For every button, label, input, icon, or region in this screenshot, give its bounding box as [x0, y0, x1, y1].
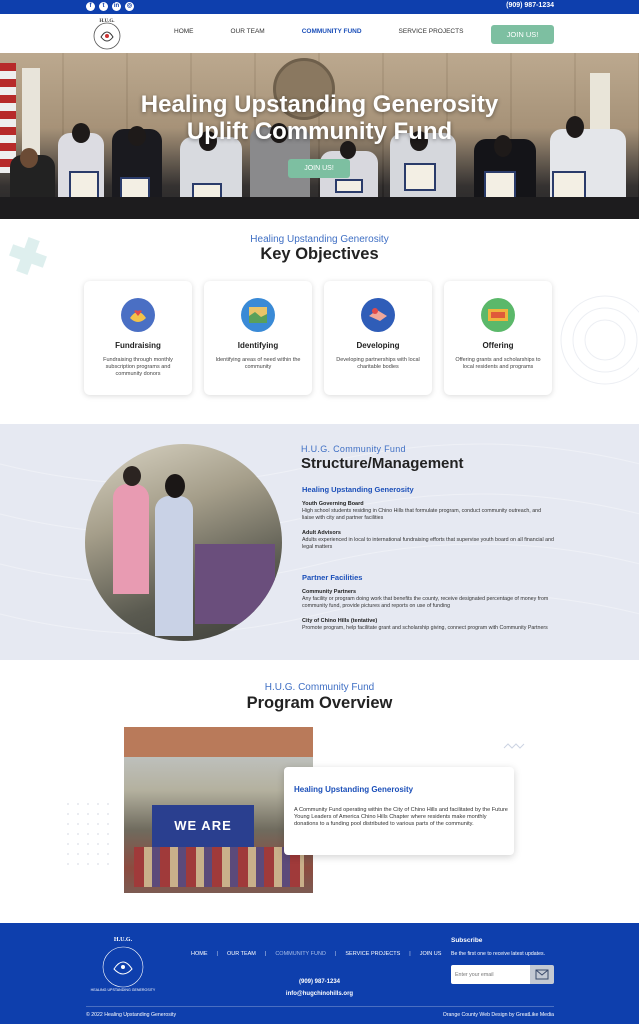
- nav-separator: |: [216, 951, 218, 957]
- person: [155, 496, 193, 636]
- role-text: Adults experienced in local to internati…: [302, 537, 554, 550]
- hero-title-line1: Healing Upstanding Generosity: [140, 91, 499, 118]
- linkedin-icon[interactable]: in: [112, 2, 121, 11]
- objective-text: Identifying areas of need within the com…: [215, 357, 301, 370]
- objectives-title: Key Objectives: [260, 245, 379, 263]
- donation-boxes: [134, 847, 304, 887]
- header: H.U.G. HOME OUR TEAM COMMUNITY FUND SERV…: [0, 14, 639, 53]
- overview-card-title: Healing Upstanding Generosity: [294, 785, 414, 794]
- subscribe-title: Subscribe: [451, 937, 483, 944]
- footer-nav-our-team[interactable]: OUR TEAM: [227, 951, 256, 957]
- building-roof: [124, 727, 313, 757]
- objective-title: Offering: [482, 341, 514, 350]
- subscribe-email-input[interactable]: [451, 965, 530, 984]
- site-logo[interactable]: H.U.G.: [84, 15, 130, 52]
- footer-divider: [86, 1006, 554, 1007]
- overview-title: Program Overview: [246, 694, 393, 712]
- nav-separator: |: [334, 951, 337, 957]
- hero-title-line2: Uplift Community Fund: [186, 118, 453, 145]
- nav-service-projects[interactable]: SERVICE PROJECTS: [399, 28, 464, 35]
- top-phone[interactable]: (909) 987-1234: [506, 2, 554, 9]
- instagram-icon[interactable]: ◎: [125, 2, 134, 11]
- handshake-icon: [361, 298, 395, 332]
- certificate: [335, 179, 363, 193]
- objective-title: Fundraising: [115, 341, 161, 350]
- money-icon: [481, 298, 515, 332]
- nav-separator: |: [264, 951, 267, 957]
- objective-text: Offering grants and scholarships to loca…: [455, 357, 541, 370]
- hero-join-button[interactable]: JOIN US!: [288, 159, 350, 178]
- objective-title: Identifying: [237, 341, 279, 350]
- top-bar: f t in ◎ (909) 987-1234: [0, 0, 639, 14]
- join-button[interactable]: JOIN US!: [491, 25, 554, 44]
- group-heading: Partner Facilities: [302, 573, 363, 582]
- subscribe-button[interactable]: [530, 965, 554, 984]
- objective-text: Fundraising through monthly subscription…: [103, 357, 173, 377]
- role-heading: City of Chino Hills (tentative): [302, 618, 378, 624]
- hands-heart-icon: [121, 298, 155, 332]
- person-head: [20, 148, 38, 168]
- hug-banner: WE ARE H.U.G.: [152, 805, 254, 875]
- objective-cards: Fundraising Fundraising through monthly …: [84, 281, 552, 395]
- nav-separator: |: [409, 951, 411, 957]
- hero-desk: [0, 197, 639, 219]
- footer-nav-join-us[interactable]: JOIN US: [420, 951, 442, 957]
- objective-card-offering: Offering Offering grants and scholarship…: [444, 281, 552, 395]
- certificate: [484, 171, 516, 199]
- volunteers-photo: [85, 444, 282, 641]
- circles-decoration-icon: [560, 295, 639, 385]
- group-heading: Healing Upstanding Generosity: [302, 485, 414, 494]
- facebook-icon[interactable]: f: [86, 2, 95, 11]
- nav-community-fund[interactable]: COMMUNITY FUND: [302, 28, 362, 35]
- certificate: [404, 163, 436, 191]
- envelope-icon: [535, 969, 549, 980]
- person-head: [123, 466, 141, 486]
- svg-text:H.U.G.: H.U.G.: [114, 937, 133, 943]
- overview-subtitle: H.U.G. Community Fund: [264, 682, 375, 693]
- copyright: © 2022 Healing Upstanding Generosity: [86, 1012, 177, 1018]
- footer-nav-service-projects[interactable]: SERVICE PROJECTS: [345, 951, 400, 957]
- map-icon: [241, 298, 275, 332]
- person: [113, 484, 149, 594]
- role-heading: Community Partners: [302, 589, 357, 595]
- person-head: [165, 474, 185, 498]
- hero-banner: Healing Upstanding Generosity Uplift Com…: [0, 53, 639, 219]
- dots-decoration-icon: [67, 803, 109, 865]
- objective-title: Developing: [356, 341, 400, 350]
- role-text: Promote program, help facilitate grant a…: [302, 625, 548, 631]
- subscribe-text: Be the first one to receive latest updat…: [451, 951, 546, 957]
- social-links: f t in ◎: [86, 2, 134, 11]
- objective-text: Developing partnerships with local chari…: [336, 357, 420, 370]
- car-trunk-items: [195, 544, 275, 624]
- objectives-subtitle: Healing Upstanding Generosity: [250, 234, 389, 245]
- hero-title: Healing Upstanding Generosity Uplift Com…: [0, 91, 639, 145]
- footer: H.U.G. HEALING UPSTANDING GENEROSITY HOM…: [0, 923, 639, 1024]
- squiggle-decoration-icon: [503, 743, 525, 749]
- footer-email[interactable]: info@hugchinohills.org: [0, 991, 639, 997]
- nav-home[interactable]: HOME: [174, 28, 194, 35]
- structure-subtitle: H.U.G. Community Fund: [301, 444, 406, 454]
- role-heading: Youth Governing Board: [302, 501, 364, 507]
- footer-nav-home[interactable]: HOME: [191, 951, 208, 957]
- footer-nav-community-fund[interactable]: COMMUNITY FUND: [275, 951, 326, 957]
- overview-card: Healing Upstanding Generosity A Communit…: [284, 767, 514, 855]
- role-text: High school students residing in Chino H…: [302, 508, 542, 521]
- role-heading: Adult Advisors: [302, 530, 341, 536]
- footer-nav: HOME | OUR TEAM | COMMUNITY FUND | SERVI…: [191, 951, 441, 957]
- nav-our-team[interactable]: OUR TEAM: [231, 28, 265, 35]
- main-nav: HOME OUR TEAM COMMUNITY FUND SERVICE PRO…: [160, 28, 463, 35]
- objective-card-developing: Developing Developing partnerships with …: [324, 281, 432, 395]
- structure-title: Structure/Management: [301, 455, 464, 472]
- design-credit[interactable]: Orange County Web Design by GreatLike Me…: [443, 1012, 554, 1018]
- objective-card-fundraising: Fundraising Fundraising through monthly …: [84, 281, 192, 395]
- overview-card-text: A Community Fund operating within the Ci…: [294, 807, 508, 827]
- role-text: Any facility or program doing work that …: [302, 596, 549, 609]
- objective-card-identifying: Identifying Identifying areas of need wi…: [204, 281, 312, 395]
- twitter-icon[interactable]: t: [99, 2, 108, 11]
